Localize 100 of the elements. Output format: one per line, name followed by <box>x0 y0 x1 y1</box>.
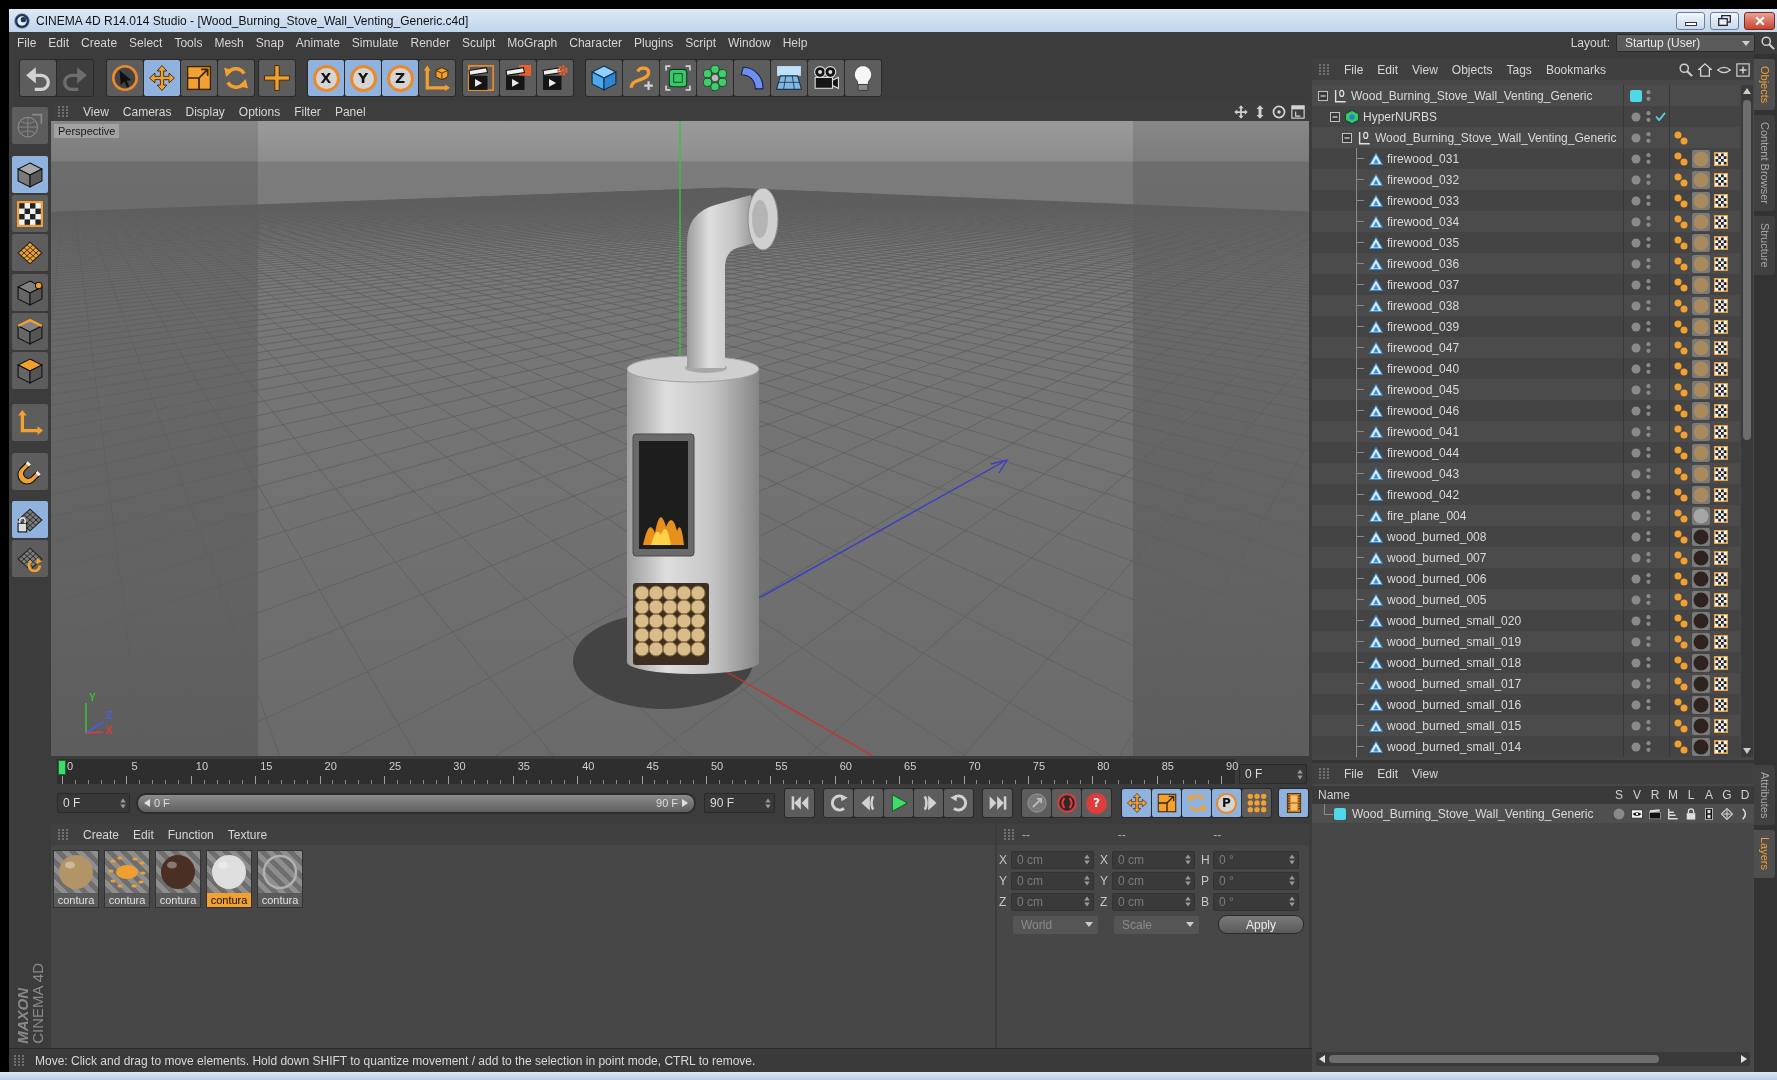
checker-icon[interactable] <box>1714 382 1728 397</box>
render-settings-button[interactable] <box>537 60 573 96</box>
film-strip-icon[interactable] <box>1703 807 1715 820</box>
minus-box-icon[interactable] <box>1318 90 1328 101</box>
color-swatch-icon[interactable] <box>1630 89 1642 102</box>
object-row[interactable]: wood_burned_007 <box>1312 547 1740 568</box>
object-row[interactable]: firewood_047 <box>1312 337 1740 358</box>
side-tab[interactable]: Layers <box>1754 830 1775 878</box>
two-dots-icon[interactable] <box>1646 383 1651 396</box>
menu-item[interactable]: Tools <box>174 36 203 50</box>
key-position-button[interactable] <box>1122 789 1151 817</box>
ball-pair-icon[interactable] <box>1674 592 1688 607</box>
two-dots-icon[interactable] <box>1646 698 1651 711</box>
sphere-tile-icon[interactable] <box>1692 569 1710 588</box>
two-dots-icon[interactable] <box>1646 110 1651 123</box>
object-row[interactable]: Wood_Burning_Stove_Wall_Venting_Generic <box>1312 85 1740 106</box>
menu-item[interactable]: Edit <box>1377 62 1399 77</box>
two-dots-icon[interactable] <box>1646 278 1651 291</box>
texture-mode-button[interactable] <box>12 195 48 232</box>
ball-pair-icon[interactable] <box>1674 235 1688 250</box>
object-row[interactable]: firewood_043 <box>1312 463 1740 484</box>
record-keys-button[interactable] <box>1052 789 1081 817</box>
menu-item[interactable]: Bookmarks <box>1545 62 1606 77</box>
side-tab[interactable]: Structure <box>1754 216 1775 275</box>
checker-icon[interactable] <box>1714 235 1728 250</box>
ball-pair-icon[interactable] <box>1674 613 1688 628</box>
close-button[interactable] <box>1744 11 1775 30</box>
ball-pair-icon[interactable] <box>1674 298 1688 313</box>
material-item[interactable]: contura <box>206 850 252 908</box>
checker-icon[interactable] <box>1714 466 1728 481</box>
lock-icon[interactable] <box>1685 807 1697 820</box>
sphere-tile-icon[interactable] <box>1692 506 1710 525</box>
ball-pair-icon[interactable] <box>1674 508 1688 523</box>
menu-item[interactable]: Animate <box>295 36 340 50</box>
ball-pair-icon[interactable] <box>1674 319 1688 334</box>
menu-item[interactable]: Display <box>185 104 225 119</box>
ball-pair-icon[interactable] <box>1674 529 1688 544</box>
two-dots-icon[interactable] <box>1646 89 1651 102</box>
undo-button[interactable] <box>20 60 56 96</box>
checker-icon[interactable] <box>1714 193 1728 208</box>
minus-box-icon[interactable] <box>1342 132 1352 143</box>
dot-icon[interactable] <box>1613 807 1625 820</box>
layer-row[interactable]: Wood_Burning_Stove_Wall_Venting_Generic <box>1312 804 1754 823</box>
sphere-tile-icon[interactable] <box>1692 737 1710 756</box>
object-row[interactable]: firewood_041 <box>1312 421 1740 442</box>
menu-item[interactable]: Edit <box>133 827 154 842</box>
minus-box-icon[interactable] <box>1330 111 1340 122</box>
ball-pair-icon[interactable] <box>1674 718 1688 733</box>
two-dots-icon[interactable] <box>1646 320 1651 333</box>
two-dots-icon[interactable] <box>1646 740 1651 753</box>
checker-icon[interactable] <box>1714 571 1728 586</box>
menu-item[interactable]: Create <box>83 827 120 842</box>
ball-pair-icon[interactable] <box>1674 487 1688 502</box>
scale-tool-button[interactable] <box>181 60 217 96</box>
menu-item[interactable]: Texture <box>227 827 268 842</box>
go-to-end-button[interactable] <box>983 789 1012 817</box>
ball-pair-icon[interactable] <box>1674 277 1688 292</box>
sphere-tile-icon[interactable] <box>1692 338 1710 357</box>
two-dots-icon[interactable] <box>1646 614 1651 627</box>
two-dots-icon[interactable] <box>1646 530 1651 543</box>
edges-mode-button[interactable] <box>12 313 48 350</box>
ball-pair-icon[interactable] <box>1674 172 1688 187</box>
sphere-tile-icon[interactable] <box>1692 149 1710 168</box>
render-view-button[interactable] <box>463 60 499 96</box>
plus-box-icon[interactable] <box>1736 62 1750 77</box>
ball-pair-icon[interactable] <box>1674 214 1688 229</box>
sphere-tile-icon[interactable] <box>1692 422 1710 441</box>
checkmark-icon[interactable] <box>1655 112 1666 121</box>
object-row[interactable]: wood_burned_small_017 <box>1312 673 1740 694</box>
menu-item[interactable]: Panel <box>334 104 366 119</box>
sphere-tile-icon[interactable] <box>1692 695 1710 714</box>
autokey-button[interactable] <box>1022 789 1051 817</box>
points-mode-button[interactable] <box>12 274 48 311</box>
object-row[interactable]: fire_plane_004 <box>1312 505 1740 526</box>
menu-item[interactable]: Create <box>81 36 118 50</box>
sphere-tile-icon[interactable] <box>1692 548 1710 567</box>
checker-icon[interactable] <box>1714 298 1728 313</box>
menu-item[interactable]: Script <box>685 36 716 50</box>
ball-pair-icon[interactable] <box>1674 361 1688 376</box>
two-dots-icon[interactable] <box>1646 257 1651 270</box>
menu-item[interactable]: Tags <box>1506 62 1532 77</box>
eye-icon[interactable] <box>1631 807 1643 820</box>
ball-pair-icon[interactable] <box>1674 655 1688 670</box>
two-dots-icon[interactable] <box>1646 215 1651 228</box>
horizontal-scrollbar[interactable] <box>1316 1052 1750 1066</box>
two-dots-icon[interactable] <box>1646 152 1651 165</box>
checker-icon[interactable] <box>1714 529 1728 544</box>
checker-icon[interactable] <box>1714 445 1728 460</box>
object-row[interactable]: firewood_038 <box>1312 295 1740 316</box>
clapperboard-icon[interactable] <box>1649 807 1661 820</box>
x-axis-button[interactable]: X <box>308 60 344 96</box>
sphere-tile-icon[interactable] <box>1692 359 1710 378</box>
key-scale-button[interactable] <box>1152 789 1181 817</box>
two-dots-icon[interactable] <box>1646 593 1651 606</box>
ball-pair-icon[interactable] <box>1674 550 1688 565</box>
move-icon[interactable] <box>1234 104 1248 119</box>
cube-object-button[interactable] <box>586 60 622 96</box>
sphere-tile-icon[interactable] <box>1692 233 1710 252</box>
stove-drawing[interactable] <box>626 187 779 674</box>
menu-item[interactable]: File <box>1344 766 1364 781</box>
